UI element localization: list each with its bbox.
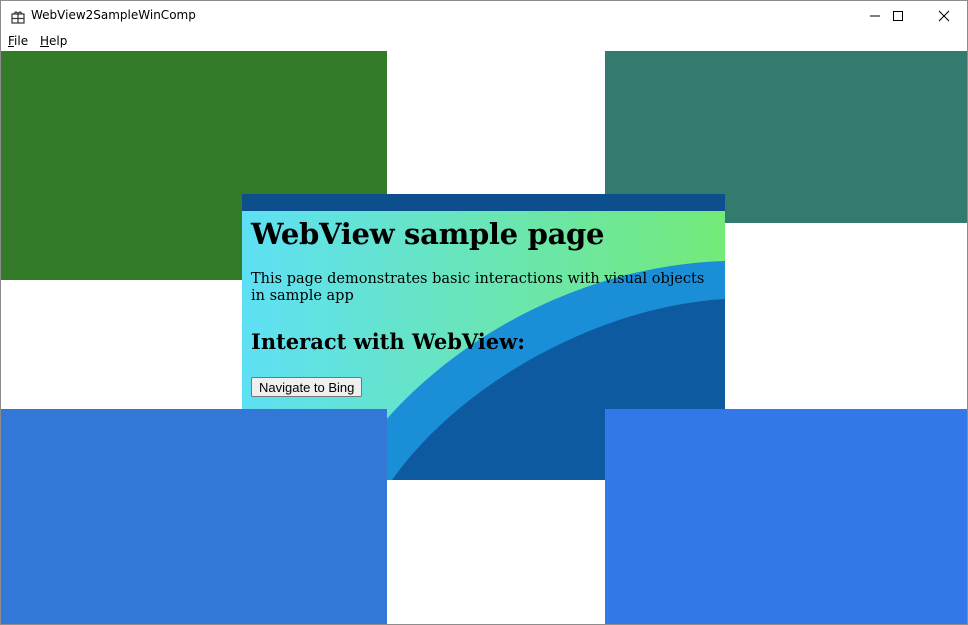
close-icon: [938, 10, 950, 22]
menu-bar: File Help: [1, 31, 967, 51]
webview-content: WebView sample page This page demonstrat…: [251, 211, 721, 354]
close-button[interactable]: [921, 1, 967, 31]
visual-bottom-left[interactable]: [1, 409, 387, 624]
webview-section-heading: Interact with WebView:: [251, 329, 525, 354]
webview-description: This page demonstrates basic interaction…: [251, 271, 705, 304]
maximize-button[interactable]: [875, 1, 921, 31]
navigate-to-bing-button[interactable]: Navigate to Bing: [251, 377, 363, 397]
menu-help[interactable]: Help: [40, 34, 67, 48]
composition-area: WebView sample page This page demonstrat…: [1, 51, 967, 624]
app-grid-icon: [11, 9, 25, 24]
visual-bottom-right[interactable]: [605, 409, 967, 624]
app-window: WebView2SampleWinComp File Help WebView …: [0, 0, 968, 625]
menu-file[interactable]: File: [8, 34, 28, 48]
webview-page-title: WebView sample page: [251, 217, 605, 251]
window-title: WebView2SampleWinComp: [31, 8, 196, 22]
title-bar[interactable]: WebView2SampleWinComp: [1, 1, 967, 31]
webview-top-bar: [242, 194, 725, 211]
maximize-icon: [893, 11, 903, 21]
